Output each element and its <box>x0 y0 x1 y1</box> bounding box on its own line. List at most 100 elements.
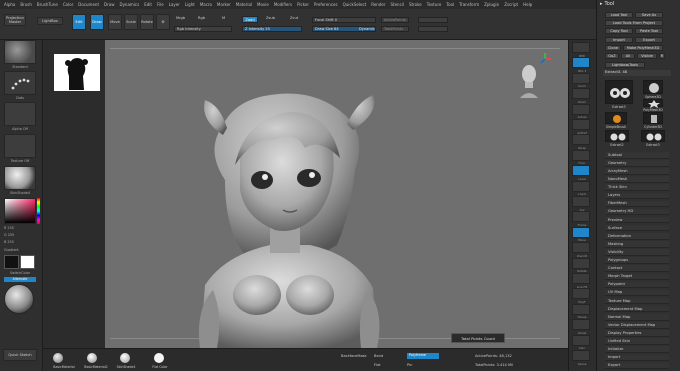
switch-color-button[interactable]: SwitchColor <box>2 271 38 275</box>
view-tool-button[interactable] <box>572 319 590 331</box>
tool-section-item[interactable]: Subtool <box>605 152 669 159</box>
subtool-thumb-extract3[interactable] <box>605 80 633 104</box>
b-value[interactable]: B 255 <box>4 240 40 244</box>
menu-item[interactable]: Movie <box>257 2 269 7</box>
m-toggle[interactable]: M <box>222 16 225 20</box>
tool-section-item[interactable]: Contact <box>605 265 669 272</box>
gradient-label[interactable]: Gradient <box>4 248 40 252</box>
g-value[interactable]: G 255 <box>4 233 40 237</box>
view-tool-button[interactable] <box>572 88 590 100</box>
view-tool-button[interactable] <box>572 103 590 115</box>
material-swatch-3[interactable] <box>120 353 130 363</box>
material-swatch-1[interactable] <box>53 353 63 363</box>
menu-item[interactable]: Light <box>185 2 195 7</box>
view-tool-button[interactable] <box>572 42 590 53</box>
bend-toggle[interactable]: Bend <box>374 354 383 358</box>
menu-item[interactable]: Render <box>371 2 385 7</box>
view-tool-button[interactable] <box>572 180 590 192</box>
tool-section-item[interactable]: Geometry <box>605 160 669 167</box>
view-tool-button[interactable] <box>572 196 590 207</box>
export-button[interactable]: Export <box>635 37 663 43</box>
tool-section-item[interactable]: Layers <box>605 192 669 200</box>
all-button[interactable]: All <box>621 53 635 59</box>
view-tool-button[interactable] <box>572 242 590 254</box>
rgb-intensity-slider[interactable]: Rgb Intensity <box>174 26 232 32</box>
hue-strip[interactable] <box>37 198 40 224</box>
menu-item[interactable]: Marker <box>217 2 231 7</box>
load-tools-from-project-button[interactable]: Load Tools From Project <box>605 20 663 26</box>
menu-item[interactable]: File <box>157 2 164 7</box>
draw-size-slider[interactable]: Draw Size 64 Dynamic <box>312 26 376 32</box>
lightbox-tools-button[interactable]: Lightbox▸Tools <box>605 62 645 68</box>
r-button[interactable]: R <box>659 53 665 59</box>
menu-item[interactable]: BrushTune <box>37 2 58 7</box>
z-intensity-slider[interactable]: Z Intensity 25 <box>242 26 302 32</box>
view-tool-button[interactable] <box>572 257 590 269</box>
material-swatch-4[interactable] <box>154 353 164 363</box>
subtool-thumb-simplebrush[interactable] <box>605 112 627 124</box>
view-tool-button[interactable] <box>572 350 590 361</box>
view-tool-button[interactable] <box>572 273 590 284</box>
tool-section-item[interactable]: Polypaint <box>605 281 669 289</box>
menu-item[interactable]: Preferences <box>314 2 338 7</box>
tool-section-item[interactable]: Surface <box>605 224 669 232</box>
tool-section-item[interactable]: Normal Map <box>605 314 669 321</box>
tool-section-item[interactable]: Displacement Map <box>605 305 669 313</box>
menu-item[interactable]: Alpha <box>4 2 15 7</box>
menu-item[interactable]: Zscript <box>504 2 518 7</box>
view-tool-button[interactable] <box>572 119 590 130</box>
tool-section-item[interactable]: Morph Target <box>605 273 669 281</box>
quick-sketch-button[interactable]: Quick Sketch <box>3 349 37 361</box>
tool-section-item[interactable]: ArrayMesh <box>605 168 669 175</box>
rgb-toggle[interactable]: Rgb <box>198 16 205 20</box>
view-tool-button[interactable] <box>572 211 590 223</box>
subtool-thumb-polymesh3d[interactable] <box>643 99 663 108</box>
menu-item[interactable]: QuickSelect <box>343 2 367 7</box>
tool-section-item[interactable]: Vector Displacement Map <box>605 322 669 329</box>
alternate-button[interactable]: Alternate <box>4 277 36 282</box>
menu-item[interactable]: Zplugin <box>484 2 499 7</box>
tool-section-item[interactable]: Preview <box>605 216 669 224</box>
color-picker[interactable] <box>4 198 36 224</box>
view-tool-button[interactable] <box>572 334 590 346</box>
material-thumbnail[interactable] <box>4 166 36 190</box>
load-tool-button[interactable]: Load Tool <box>605 12 633 18</box>
view-tool-button[interactable] <box>572 303 590 315</box>
tool-section-item[interactable]: Import <box>605 354 669 362</box>
menu-item[interactable]: Edit <box>144 2 152 7</box>
menu-item[interactable]: Layer <box>169 2 180 7</box>
menu-item[interactable]: Stroke <box>409 2 422 7</box>
lightbox-button[interactable]: LightBox <box>37 17 63 25</box>
shelf-slot-b[interactable] <box>418 26 448 32</box>
polyframe-toggle[interactable]: Polyframe <box>407 353 439 359</box>
tool-section-item[interactable]: Initialize <box>605 346 669 353</box>
tool-section-item[interactable]: Unified Skin <box>605 338 669 345</box>
draw-button[interactable]: Draw <box>90 14 104 30</box>
navigation-head-gizmo[interactable] <box>518 60 540 100</box>
axis-gizmo-icon[interactable] <box>538 52 552 66</box>
tool-section-item[interactable]: FiberMesh <box>605 200 669 208</box>
import-button[interactable]: Import <box>605 37 633 43</box>
scale-button[interactable]: Scale <box>124 14 138 30</box>
pin-toggle[interactable]: Pin <box>407 363 412 367</box>
menu-item[interactable]: Macro <box>200 2 212 7</box>
texture-thumbnail[interactable] <box>4 134 36 158</box>
menu-item[interactable]: Dynamics <box>119 2 139 7</box>
subtool-thumb-extract3b[interactable] <box>641 130 665 142</box>
view-tool-button[interactable] <box>572 57 590 69</box>
clone-button[interactable]: Clone <box>605 45 621 51</box>
lightbox-thumbnail[interactable] <box>54 54 100 91</box>
view-tool-button[interactable] <box>572 288 590 300</box>
menu-item[interactable]: Picker <box>297 2 309 7</box>
view-tool-button[interactable] <box>572 134 590 146</box>
rotate-button[interactable]: Rotate <box>140 14 154 30</box>
menu-item[interactable]: Document <box>78 2 99 7</box>
menu-item[interactable]: Tool <box>446 2 454 7</box>
view-tool-button[interactable] <box>572 149 590 161</box>
menu-item[interactable]: Brush <box>20 2 32 7</box>
subtool-thumb-cylinder3d[interactable] <box>643 112 663 124</box>
edit-button[interactable]: Edit <box>72 14 86 30</box>
alpha-thumbnail[interactable] <box>4 102 36 126</box>
main-color-swatch[interactable] <box>4 255 19 269</box>
menu-item[interactable]: Stencil <box>390 2 404 7</box>
